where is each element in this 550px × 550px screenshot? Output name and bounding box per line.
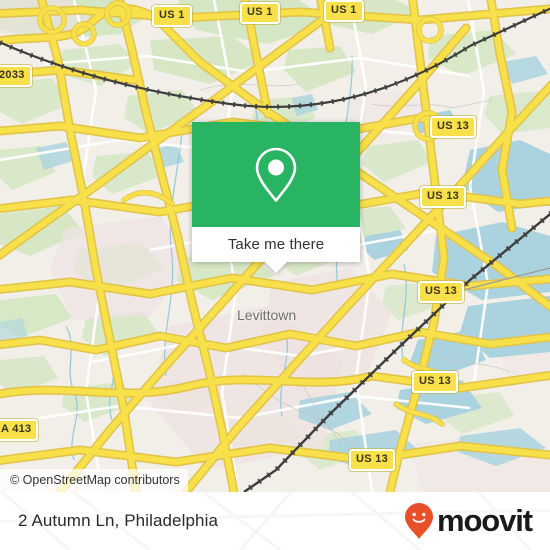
shield-us-1[interactable]: US 1 [152, 5, 192, 27]
shield-us-13[interactable]: US 13 [412, 371, 459, 393]
location-pin-icon [255, 147, 297, 202]
place-label-levittown: Levittown [237, 307, 297, 323]
callout-label: Take me there [227, 236, 325, 253]
location-address: 2 Autumn Ln, Philadelphia [18, 511, 219, 530]
footer-bar: 2 Autumn Ln, Philadelphia moovit [0, 492, 550, 550]
moovit-logo[interactable]: moovit [404, 502, 533, 540]
callout-tail [265, 262, 287, 273]
shield-us-1[interactable]: US 1 [324, 0, 364, 22]
map-attribution[interactable]: © OpenStreetMap contributors [0, 469, 188, 492]
shield-us-13[interactable]: US 13 [349, 449, 396, 471]
shield-pa-413[interactable]: A 413 [0, 419, 39, 441]
map-canvas[interactable]: Levittown US 1 US 1 US 1 2033 US 13 US 1… [0, 0, 550, 492]
moovit-pin-smiley-icon [404, 503, 433, 539]
shield-us-13[interactable]: US 13 [418, 281, 465, 303]
callout-icon-panel [192, 122, 360, 227]
map-screenshot: Levittown US 1 US 1 US 1 2033 US 13 US 1… [0, 0, 550, 550]
destination-callout-card[interactable]: Take me there [192, 122, 360, 273]
moovit-wordmark: moovit [436, 503, 533, 538]
callout-action-panel[interactable]: Take me there [192, 227, 360, 262]
shield-us-1[interactable]: US 1 [240, 2, 280, 24]
shield-us-13[interactable]: US 13 [430, 116, 477, 138]
shield-us-13[interactable]: US 13 [420, 186, 467, 208]
shield-2033[interactable]: 2033 [0, 65, 32, 87]
